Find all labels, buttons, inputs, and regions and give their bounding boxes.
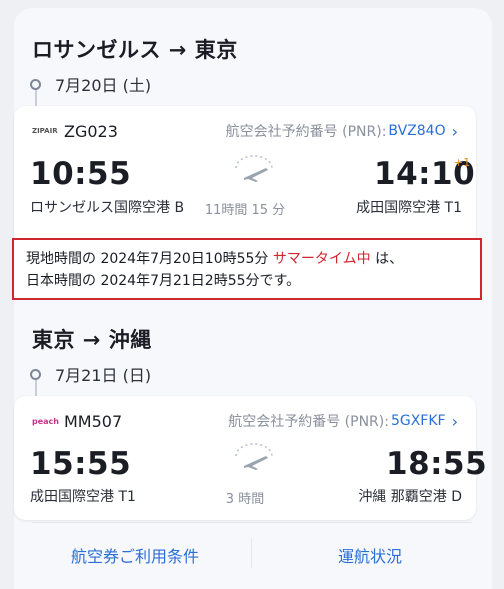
departure-time: 15:55	[30, 446, 132, 482]
airplane-icon	[235, 155, 273, 182]
flight-status-link[interactable]: 運航状況	[265, 543, 475, 567]
flight-number: ZG023	[64, 121, 118, 141]
timezone-notice: 現地時間の 2024年7月20日10時55分 サマータイム中 は、 日本時間の …	[12, 238, 482, 300]
footer-separator	[251, 538, 252, 568]
flight-header-2: peach MM507 航空会社予約番号 (PNR): 5GXFKF ›	[32, 410, 458, 432]
pnr-link[interactable]: 航空会社予約番号 (PNR): BVZ84O ›	[226, 121, 458, 141]
notice-line-1: 現地時間の 2024年7月20日10時55分 サマータイム中 は、	[26, 248, 468, 270]
chevron-right-icon: ›	[451, 121, 458, 141]
day-offset-badge: +1	[454, 156, 471, 169]
flight-card-1[interactable]: ZIPAIR ZG023 航空会社予約番号 (PNR): BVZ84O › 10…	[14, 106, 476, 246]
flight-duration: 11時間 15 分	[204, 203, 286, 218]
departure-airport: 成田国際空港 T1	[30, 489, 136, 505]
timeline-dot-icon	[30, 78, 41, 90]
date-row-2: 7月21日 (日)	[30, 362, 151, 386]
flight-header-1: ZIPAIR ZG023 航空会社予約番号 (PNR): BVZ84O ›	[32, 120, 458, 142]
arrival-airport: 成田国際空港 T1	[356, 200, 462, 216]
summer-time-highlight: サマータイム中	[272, 251, 371, 267]
pnr-link[interactable]: 航空会社予約番号 (PNR): 5GXFKF ›	[228, 411, 458, 431]
notice-line-2: 日本時間の 2024年7月21日2時55分です。	[26, 273, 301, 289]
departure-time: 10:55	[30, 156, 132, 192]
chevron-right-icon: ›	[451, 411, 458, 431]
arrival-time: 18:55	[386, 446, 488, 482]
pnr-code: BVZ84O	[388, 123, 446, 139]
flight-card-2[interactable]: peach MM507 航空会社予約番号 (PNR): 5GXFKF › 15:…	[14, 396, 487, 520]
pnr-label: 航空会社予約番号 (PNR):	[228, 414, 389, 430]
flight-duration: 3 時間	[225, 492, 265, 507]
airline-logo: ZIPAIR	[32, 127, 58, 135]
arrival-airport: 沖縄 那覇空港 D	[358, 489, 462, 505]
route-title-1: ロサンゼルス → 東京	[32, 38, 238, 62]
footer-divider	[32, 522, 472, 523]
airline-logo: peach	[32, 416, 59, 426]
date-label-1: 7月20日 (土)	[55, 76, 152, 95]
airplane-icon	[235, 443, 273, 470]
date-row-1: 7月20日 (土)	[30, 72, 151, 96]
ticket-terms-link[interactable]: 航空券ご利用条件	[30, 543, 240, 567]
timeline-dot-icon	[30, 368, 41, 380]
flight-number: MM507	[64, 411, 123, 431]
notice-text-end: は、	[370, 251, 404, 267]
date-label-2: 7月21日 (日)	[55, 366, 152, 385]
route-title-2: 東京 → 沖縄	[32, 328, 152, 352]
pnr-code: 5GXFKF	[390, 413, 446, 429]
departure-airport: ロサンゼルス国際空港 B	[30, 200, 185, 216]
pnr-label: 航空会社予約番号 (PNR):	[225, 124, 387, 140]
notice-text: 現地時間の 2024年7月20日10時55分	[26, 251, 273, 267]
